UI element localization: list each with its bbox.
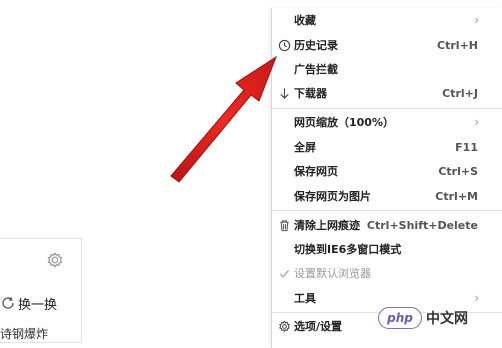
menu-item-ad-block[interactable]: 广告拦截 [272,59,502,79]
menu-separator [272,108,502,109]
menu-item-history[interactable]: 历史记录 Ctrl+H [272,35,502,55]
shortcut-label: Ctrl+J [442,86,478,100]
menu-item-fullscreen[interactable]: 全屏 F11 [272,137,502,157]
menu-item-label: 设置默认浏览器 [294,267,371,280]
menu-item-downloads[interactable]: 下载器 Ctrl+J [272,83,502,103]
menu-item-label: 保存网页为图片 [294,190,371,203]
shortcut-label: Ctrl+M [435,189,478,203]
menu-item-favorites[interactable]: 收藏 › [272,10,502,30]
check-icon [277,266,291,280]
menu-item-clear-history[interactable]: 清除上网痕迹 Ctrl+Shift+Delete [272,215,502,235]
gear-icon [277,319,291,333]
menu-item-label: 工具 [294,292,316,305]
background-widget-panel: 换一换 诗钢爆炸 [0,238,82,343]
menu-item-label: 历史记录 [294,39,338,52]
shortcut-label: Ctrl+Shift+Delete [366,218,478,232]
shortcut-label: Ctrl+H [437,38,478,52]
menu-item-save-as-image[interactable]: 保存网页为图片 Ctrl+M [272,186,502,206]
shortcut-label: F11 [455,140,478,154]
watermark-site-text: 中文网 [426,311,468,327]
menu-item-label: 全屏 [294,141,316,154]
shortcut-label: Ctrl+S [438,164,478,178]
menu-item-switch-ie6-mode[interactable]: 切换到IE6多窗口模式 [272,239,502,259]
refresh-icon [2,297,14,309]
settings-gear-icon[interactable] [46,251,64,269]
menu-item-label: 网页缩放（100%） [294,116,394,129]
menu-item-save-page[interactable]: 保存网页 Ctrl+S [272,161,502,181]
download-arrow-icon [277,86,291,100]
menu-item-label: 切换到IE6多窗口模式 [294,243,402,256]
trash-icon [277,218,291,232]
menu-item-zoom[interactable]: 网页缩放（100%） › [272,112,502,132]
menu-item-set-default-browser: 设置默认浏览器 [272,263,502,283]
menu-item-label: 收藏 [294,14,316,27]
php-logo: php [378,307,422,329]
menu-item-label: 下载器 [294,87,327,100]
site-watermark: php 中文网 [378,299,502,337]
news-snippet[interactable]: 诗钢爆炸 [0,325,48,342]
clock-icon [277,38,291,52]
menu-item-label: 清除上网痕迹 [294,219,360,232]
menu-item-label: 保存网页 [294,165,338,178]
submenu-chevron-icon: › [474,13,479,27]
submenu-chevron-icon: › [474,115,479,129]
menu-separator [272,210,502,211]
browser-main-menu: 收藏 › 历史记录 Ctrl+H 广告拦截 下载器 Ctrl+J 网页缩放（10… [271,8,502,348]
menu-item-label: 广告拦截 [294,63,338,76]
refresh-button[interactable]: 换一换 [0,293,57,313]
menu-item-label: 选项/设置 [294,320,343,333]
refresh-label: 换一换 [18,297,58,313]
